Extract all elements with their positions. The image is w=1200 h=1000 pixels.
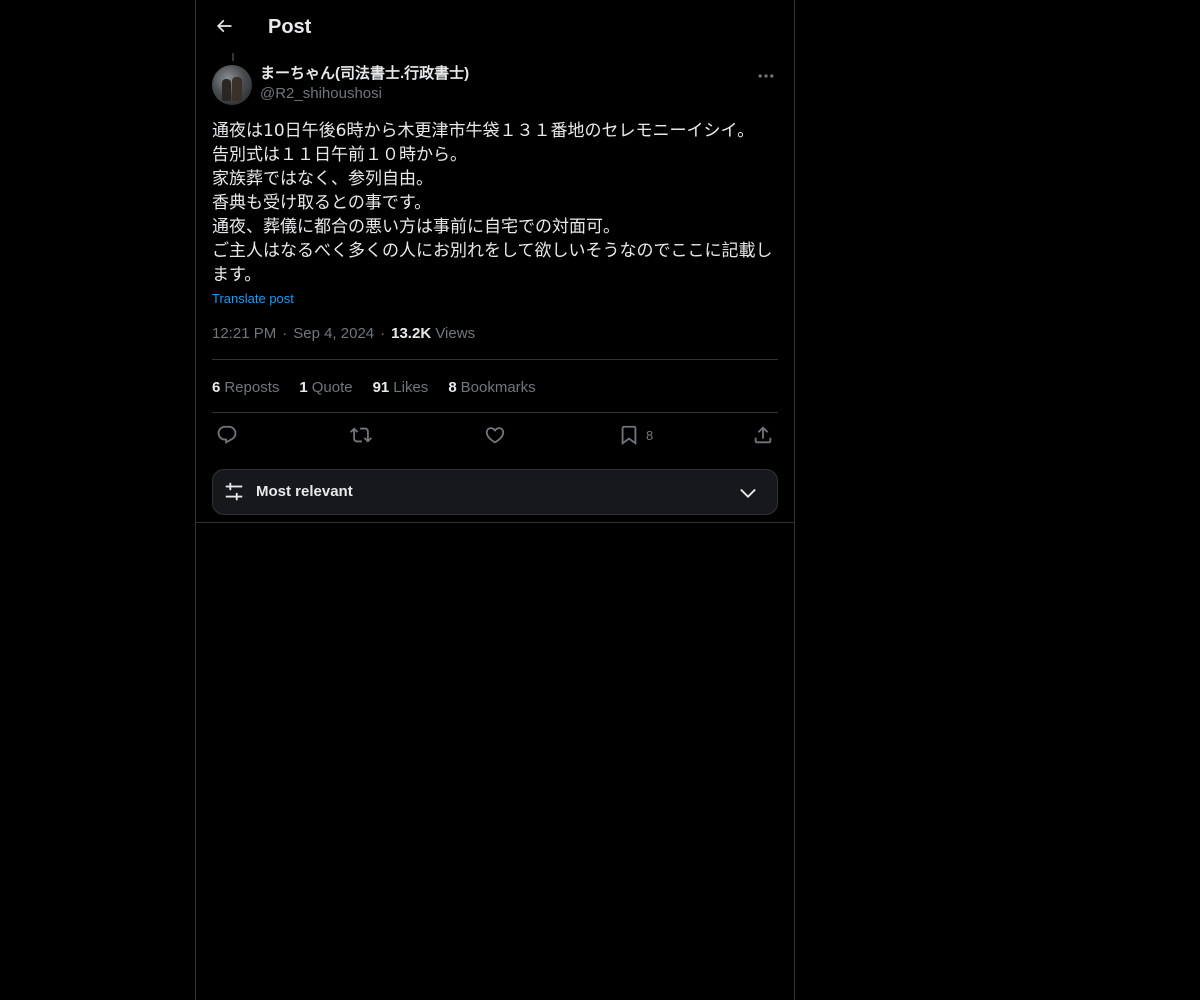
reply-button[interactable] — [216, 424, 238, 446]
more-horizontal-icon — [758, 74, 774, 78]
avatar[interactable] — [212, 65, 252, 105]
quotes-label: Quote — [311, 379, 353, 396]
reposts-stat[interactable]: 6 Reposts — [212, 378, 279, 398]
post-time[interactable]: 12:21 PM — [212, 325, 276, 342]
post-text: 通夜は10日午後6時から木更津市牛袋１３１番地のセレモニーイシイ。 告別式は１１… — [212, 119, 778, 287]
bookmarks-stat[interactable]: 8 Bookmarks — [448, 378, 535, 398]
post-meta: 12:21 PM · Sep 4, 2024 · 13.2K Views — [212, 324, 475, 344]
sort-label: Most relevant — [256, 483, 353, 500]
post-stats: 6 Reposts 1 Quote 91 Likes 8 Bookmarks — [212, 378, 536, 398]
chevron-down-icon — [740, 488, 756, 498]
share-icon — [754, 426, 772, 444]
quotes-stat[interactable]: 1 Quote — [299, 378, 352, 398]
likes-label: Likes — [393, 379, 429, 396]
page-header: Post — [196, 0, 794, 53]
post-text-line: 香典も受け取るとの事です。 — [212, 193, 432, 213]
repost-icon — [350, 427, 372, 443]
post-text-line: 家族葬ではなく、参列自由。 — [212, 169, 433, 189]
post-actions: 8 — [212, 424, 778, 450]
more-options-button[interactable] — [754, 64, 778, 88]
arrow-left-icon — [216, 19, 232, 33]
bookmark-button[interactable]: 8 — [618, 424, 653, 446]
post-text-line: 通夜、葬儀に都合の悪い方は事前に自宅での対面可。 — [212, 217, 620, 237]
post-date[interactable]: Sep 4, 2024 — [293, 325, 374, 342]
section-divider — [196, 522, 794, 523]
repost-button[interactable] — [350, 424, 372, 446]
share-button[interactable] — [752, 424, 774, 446]
sliders-icon — [225, 482, 243, 501]
reposts-label: Reposts — [224, 379, 280, 396]
reply-sort-dropdown[interactable]: Most relevant — [212, 469, 778, 515]
post-author: まーちゃん(司法書士.行政書士) @R2_shihoushosi — [260, 64, 469, 104]
reply-icon — [217, 425, 237, 444]
main-column: Post まーちゃん(司法書士.行政書士) @R2_shihoushosi 通夜… — [195, 0, 795, 1000]
page-title: Post — [268, 16, 312, 38]
like-button[interactable] — [484, 424, 506, 446]
divider — [212, 412, 778, 413]
bookmark-count: 8 — [646, 427, 654, 443]
post-text-line: 告別式は１１日午前１０時から。 — [212, 145, 467, 165]
post-text-line: 通夜は10日午後6時から木更津市牛袋１３１番地のセレモニーイシイ。 — [212, 121, 755, 141]
back-button[interactable] — [208, 10, 240, 42]
bookmarks-count: 8 — [448, 379, 457, 396]
bookmarks-label: Bookmarks — [460, 379, 536, 396]
separator-dot: · — [282, 325, 288, 342]
thread-connector-line — [232, 53, 234, 61]
translate-post-link[interactable]: Translate post — [212, 290, 294, 308]
author-display-name[interactable]: まーちゃん(司法書士.行政書士) — [260, 64, 469, 84]
views-label: Views — [435, 325, 476, 342]
likes-count: 91 — [372, 379, 390, 396]
heart-icon — [485, 427, 505, 444]
likes-stat[interactable]: 91 Likes — [373, 378, 429, 398]
reposts-count: 6 — [212, 379, 221, 396]
post-text-line: ご主人はなるべく多くの人にお別れをして欲しいそうなのでここに記載します。 — [212, 241, 773, 285]
views-count: 13.2K — [391, 325, 432, 342]
author-handle[interactable]: @R2_shihoushosi — [260, 84, 469, 104]
separator-dot: · — [380, 325, 386, 342]
divider — [212, 359, 778, 360]
quotes-count: 1 — [299, 379, 308, 396]
bookmark-icon — [621, 425, 637, 446]
